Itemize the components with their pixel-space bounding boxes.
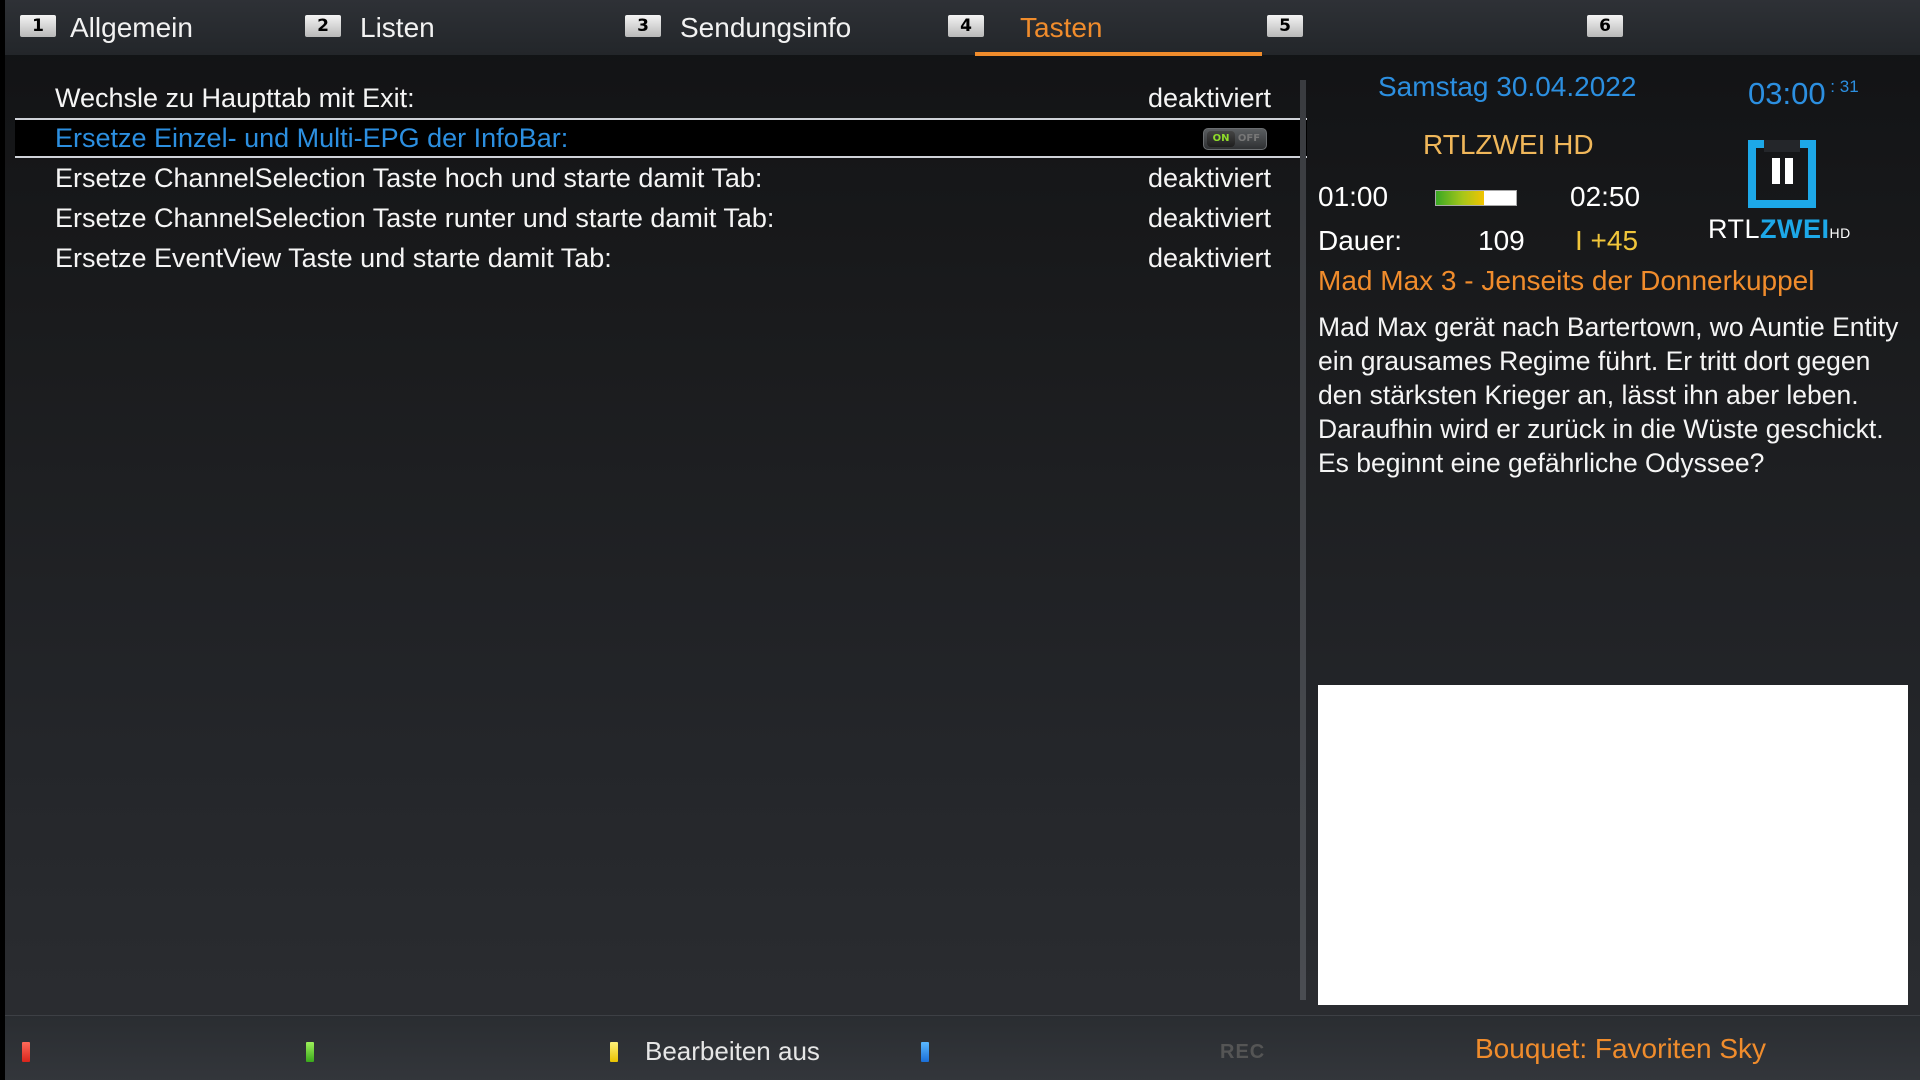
video-preview bbox=[1318, 685, 1908, 1005]
event-progress-bar bbox=[1435, 190, 1517, 206]
tab-number-badge: 2 bbox=[305, 15, 341, 37]
event-progress-fill bbox=[1436, 191, 1484, 205]
setting-value: deaktiviert bbox=[1147, 83, 1271, 113]
tab-label: Sendungsinfo bbox=[680, 12, 852, 43]
toggle-on-label: ON bbox=[1207, 131, 1235, 147]
setting-value: deaktiviert bbox=[1147, 163, 1271, 193]
blue-key-icon[interactable] bbox=[921, 1042, 929, 1062]
logo-hd-text: HD bbox=[1829, 225, 1851, 241]
logo-zwei-text: ZWEI bbox=[1760, 214, 1830, 244]
yellow-key-label: Bearbeiten aus bbox=[645, 1036, 820, 1066]
yellow-key-icon[interactable] bbox=[610, 1042, 618, 1062]
logo-wordmark: RTLZWEIHD bbox=[1708, 214, 1851, 248]
rec-indicator: REC bbox=[1220, 1041, 1266, 1063]
clock-hours-minutes: 03:00 bbox=[1748, 76, 1826, 111]
event-description: Mad Max gerät nach Bartertown, wo Auntie… bbox=[1318, 312, 1899, 478]
epg-settings-screen: 1 Allgemein 2 Listen 3 Sendungsinfo 4 Ta… bbox=[5, 0, 1920, 1080]
current-time: 03:00 : 31 bbox=[1748, 70, 1859, 111]
red-key-icon[interactable] bbox=[22, 1042, 30, 1062]
green-key-icon[interactable] bbox=[306, 1042, 314, 1062]
active-tab-indicator bbox=[975, 52, 1262, 56]
toggle-off-label: OFF bbox=[1237, 133, 1261, 144]
setting-row-channelselection-down[interactable]: Ersetze ChannelSelection Taste runter un… bbox=[15, 198, 1307, 238]
setting-value: deaktiviert bbox=[1147, 203, 1271, 233]
tab-label: Allgemein bbox=[70, 12, 193, 43]
event-title: Mad Max 3 - Jenseits der Donnerkuppel bbox=[1318, 265, 1815, 296]
channel-logo: RTLZWEIHD bbox=[1708, 140, 1878, 250]
setting-row-exit-main-tab[interactable]: Wechsle zu Haupttab mit Exit: deaktivier… bbox=[15, 78, 1307, 118]
clock-seconds-value: 31 bbox=[1839, 77, 1859, 96]
settings-list: Wechsle zu Haupttab mit Exit: deaktivier… bbox=[15, 78, 1307, 278]
clock-seconds: : 31 bbox=[1825, 77, 1859, 96]
setting-label: Wechsle zu Haupttab mit Exit: bbox=[55, 83, 415, 113]
tab-number-badge: 4 bbox=[948, 15, 984, 37]
rtlzwei-logo-icon bbox=[1748, 140, 1816, 208]
tab-number-badge: 5 bbox=[1267, 15, 1303, 37]
on-off-toggle[interactable]: ON OFF bbox=[1203, 128, 1267, 150]
time-offset: I +45 bbox=[1575, 225, 1639, 256]
logo-rtl-text: RTL bbox=[1708, 214, 1761, 244]
bouquet-label: Bouquet: Favoriten Sky bbox=[1475, 1033, 1767, 1064]
tab-label: Listen bbox=[360, 12, 435, 43]
setting-label: Ersetze ChannelSelection Taste hoch und … bbox=[55, 163, 763, 193]
setting-row-replace-infobar-epg[interactable]: Ersetze Einzel- und Multi-EPG der InfoBa… bbox=[15, 118, 1307, 158]
tab-bar: 1 Allgemein 2 Listen 3 Sendungsinfo 4 Ta… bbox=[5, 0, 1920, 56]
color-key-bar: Bearbeiten aus REC Bouquet: Favoriten Sk… bbox=[5, 1015, 1920, 1080]
tab-number-badge: 1 bbox=[20, 15, 56, 37]
current-date: Samstag 30.04.2022 bbox=[1378, 71, 1637, 102]
duration-value: 109 bbox=[1478, 225, 1525, 256]
duration-label: Dauer: bbox=[1318, 225, 1403, 256]
tab-number-badge: 6 bbox=[1587, 15, 1623, 37]
event-info-panel: Samstag 30.04.2022 03:00 : 31 RTLZWEI HD… bbox=[1313, 60, 1913, 1020]
tab-label: Tasten bbox=[1020, 12, 1103, 43]
setting-row-eventview[interactable]: Ersetze EventView Taste und starte damit… bbox=[15, 238, 1307, 278]
setting-value: deaktiviert bbox=[1147, 243, 1271, 273]
setting-row-channelselection-up[interactable]: Ersetze ChannelSelection Taste hoch und … bbox=[15, 158, 1307, 198]
event-end-time: 02:50 bbox=[1570, 181, 1641, 212]
setting-label: Ersetze EventView Taste und starte damit… bbox=[55, 243, 612, 273]
tab-number-badge: 3 bbox=[625, 15, 661, 37]
channel-name: RTLZWEI HD bbox=[1423, 129, 1594, 160]
panel-divider bbox=[1300, 80, 1306, 1000]
event-start-time: 01:00 bbox=[1318, 181, 1389, 212]
setting-label: Ersetze Einzel- und Multi-EPG der InfoBa… bbox=[55, 123, 569, 153]
setting-label: Ersetze ChannelSelection Taste runter un… bbox=[55, 203, 775, 233]
